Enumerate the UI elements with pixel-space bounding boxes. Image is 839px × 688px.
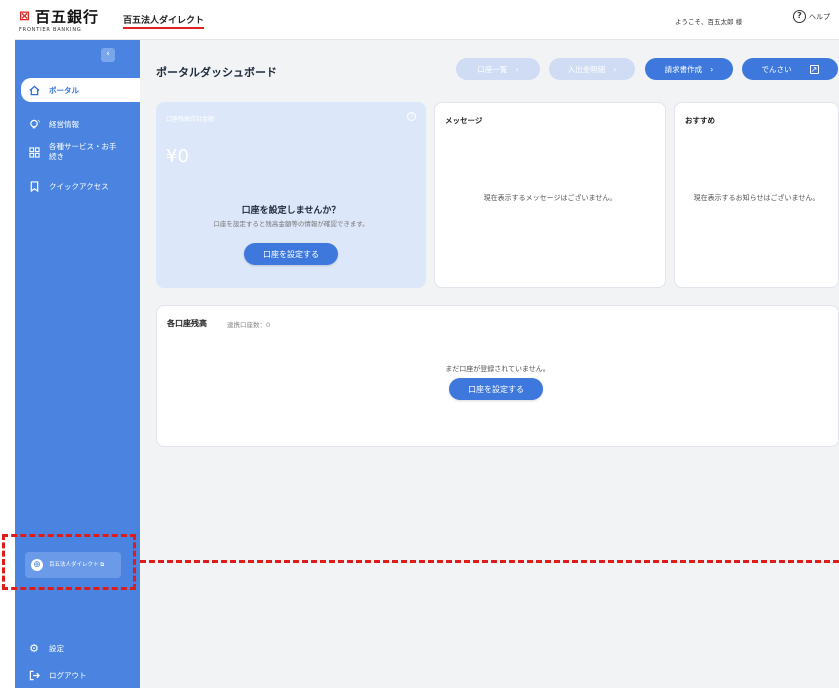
logo-text: 百五銀行	[35, 8, 100, 26]
help-icon: ?	[793, 10, 806, 23]
balance-amount: ¥0	[166, 146, 189, 167]
page-title: ポータルダッシュボード	[156, 66, 277, 79]
recommend-empty-text: 現在表示するお知らせはございません。	[693, 194, 820, 202]
main-content: ポータルダッシュボード 口座一覧 › 入出金明細 › 請求書作成 › でんさい ↗ 口座…	[140, 40, 839, 688]
sidebar-collapse-button[interactable]: ‹	[101, 48, 115, 62]
sidebar-item-label: 経営情報	[49, 119, 79, 129]
app-window: ⊠ 百五銀行 FRONTIER BANKING 百五法人ダイレクト ようこそ、百…	[15, 0, 839, 688]
sidebar-item-services[interactable]: 各種サービス・お手続き	[15, 141, 140, 163]
welcome-text: ようこそ、百五太郎 様	[675, 18, 743, 26]
gear-icon: ⚙	[29, 641, 39, 655]
external-link-icon: ↗	[809, 64, 819, 74]
sidebar-item-logout[interactable]: ログアウト	[15, 667, 140, 683]
linked-account-count: 連携口座数：0	[227, 321, 271, 329]
sidebar-item-settings[interactable]: ⚙ 設定	[15, 640, 140, 656]
sidebar-item-label: 設定	[49, 643, 64, 653]
bookmark-icon	[27, 179, 41, 193]
densai-button[interactable]: でんさい ↗	[742, 58, 838, 80]
sidebar-item-label: ログアウト	[49, 670, 87, 680]
account-list-button[interactable]: 口座一覧 ›	[456, 58, 540, 80]
chevron-right-icon: ›	[515, 64, 519, 74]
bank-logo[interactable]: ⊠ 百五銀行 FRONTIER BANKING	[19, 6, 115, 36]
sidebar-item-label: クイックアクセス	[49, 181, 109, 191]
chevron-right-icon: ›	[710, 64, 714, 74]
logo-mark-icon: ⊠	[19, 9, 31, 24]
info-icon[interactable]: ?	[407, 112, 416, 121]
deposit-details-button[interactable]: 入出金明細 ›	[549, 58, 635, 80]
help-label: ヘルプ	[809, 12, 830, 21]
setup-prompt-desc: 口座を設定すると残高金額等の情報が確認できます。	[213, 220, 369, 228]
sidebar-item-label: ポータル	[49, 85, 79, 95]
recommend-title: おすすめ	[685, 116, 715, 125]
grid-icon	[27, 145, 41, 159]
balance-card: 口座残高合計金額 ? ¥0 口座を設定しませんか？ 口座を設定すると残高金額等の…	[156, 102, 426, 288]
accounts-empty-text: まだ口座が登録されていません。	[445, 365, 550, 373]
setup-account-button[interactable]: 口座を設定する	[244, 243, 338, 265]
setup-prompt-title: 口座を設定しませんか？	[241, 206, 341, 216]
help-link[interactable]: ? ヘルプ	[793, 10, 830, 23]
sidebar-item-portal[interactable]: ポータル	[21, 78, 140, 102]
top-header: ⊠ 百五銀行 FRONTIER BANKING 百五法人ダイレクト ようこそ、百…	[15, 0, 839, 40]
service-name[interactable]: 百五法人ダイレクト	[123, 13, 205, 29]
sidebar: ‹ ポータル 経営情報 各種サービス・お手続き クイックアクセス ⊕ 百五法人ダ…	[15, 40, 140, 688]
account-balances-title: 各口座残高	[167, 319, 207, 328]
messages-title: メッセージ	[445, 116, 483, 125]
annotation-pointer-line	[140, 560, 839, 563]
logout-icon	[27, 668, 41, 682]
logo-subtitle: FRONTIER BANKING	[19, 27, 82, 33]
balance-label: 口座残高合計金額	[166, 116, 215, 123]
invoice-create-button[interactable]: 請求書作成 ›	[645, 58, 733, 80]
annotation-highlight-box	[2, 534, 136, 590]
sidebar-item-management-info[interactable]: 経営情報	[15, 116, 140, 132]
chevron-right-icon: ›	[613, 64, 617, 74]
bulb-icon	[27, 117, 41, 131]
messages-empty-text: 現在表示するメッセージはございません。	[483, 194, 617, 202]
recommend-card: おすすめ 現在表示するお知らせはございません。	[674, 102, 839, 288]
sidebar-item-quick-access[interactable]: クイックアクセス	[15, 178, 140, 194]
home-icon	[27, 83, 41, 97]
account-balances-card: 各口座残高 連携口座数：0 まだ口座が登録されていません。 口座を設定する	[156, 305, 839, 447]
sidebar-item-label: 各種サービス・お手続き	[49, 142, 117, 161]
messages-card: メッセージ 現在表示するメッセージはございません。	[434, 102, 666, 288]
setup-account-button[interactable]: 口座を設定する	[449, 378, 543, 400]
